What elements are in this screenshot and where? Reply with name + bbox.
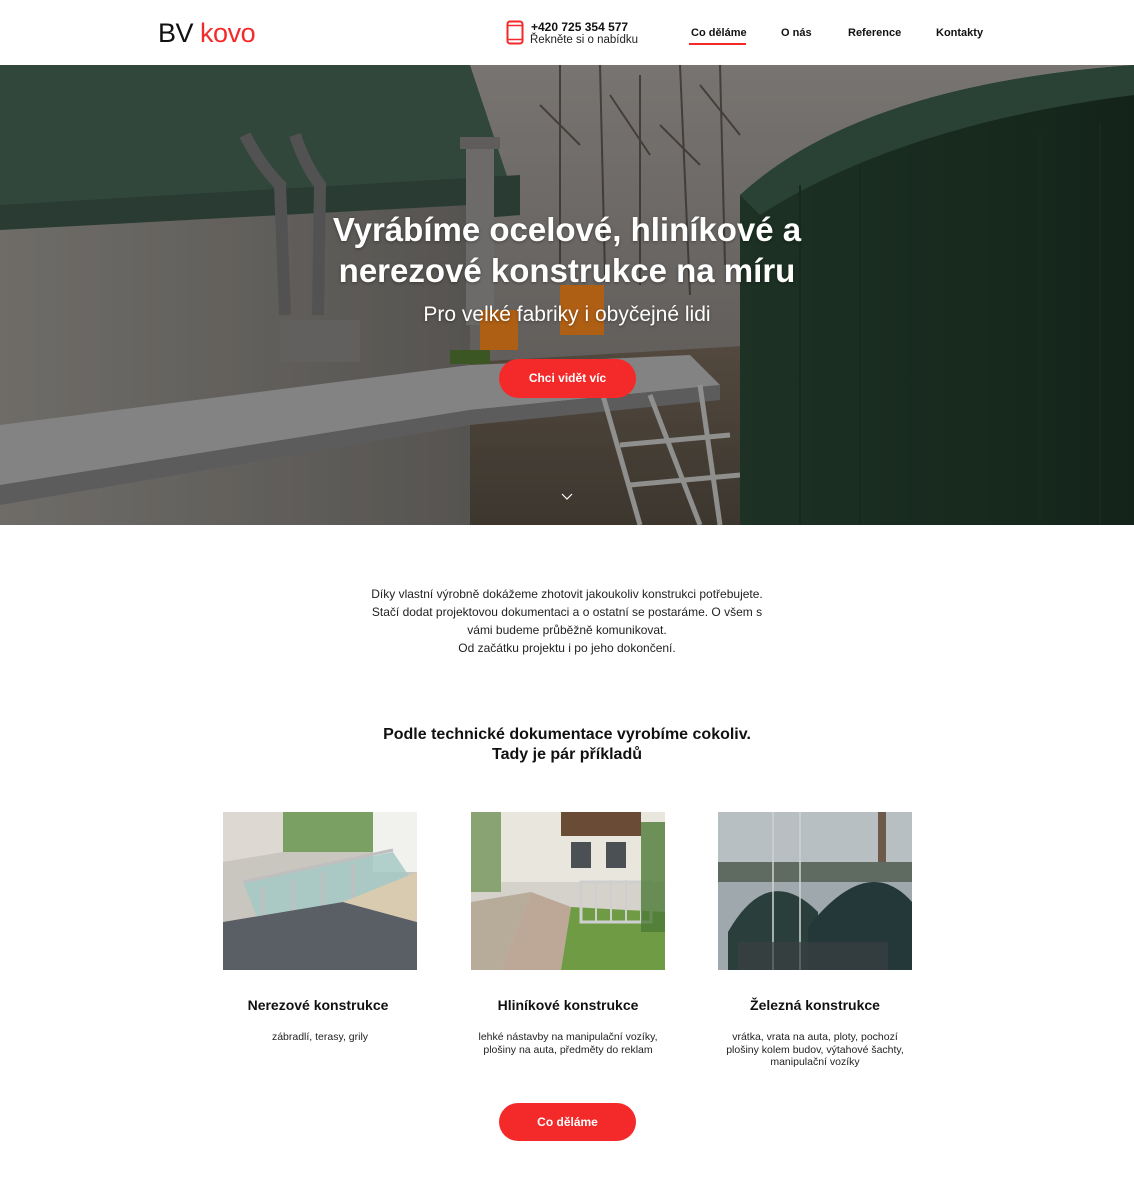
- phone-number[interactable]: +420 725 354 577: [531, 20, 628, 34]
- card-desc-line: lehké nástavby na manipulační vozíky,: [478, 1031, 658, 1043]
- card-title-zelezna: Železná konstrukce: [750, 997, 880, 1013]
- hero-title: Vyrábíme ocelové, hliníkové a nerezové k…: [0, 209, 1134, 291]
- site-header: BV kovo +420 725 354 577 Řekněte si o na…: [0, 0, 1134, 65]
- phone-icon: [506, 20, 524, 45]
- intro-text: Díky vlastní výrobně dokážeme zhotovit j…: [0, 585, 1134, 657]
- card-desc-zelezna: vrátka, vrata na auta, ploty, pochozí pl…: [715, 1031, 915, 1069]
- nav-item-reference[interactable]: Reference: [848, 26, 901, 40]
- card-desc-line: vrátka, vrata na auta, ploty, pochozí: [732, 1031, 898, 1043]
- card-desc-nerezove: zábradlí, terasy, grily: [220, 1031, 420, 1044]
- aluminium-fence-photo: [471, 812, 665, 970]
- examples-title: Podle technické dokumentace vyrobíme cok…: [0, 725, 1134, 765]
- examples-title-line-1: Podle technické dokumentace vyrobíme cok…: [383, 726, 751, 743]
- nav-active-indicator: [689, 43, 746, 45]
- co-delame-button[interactable]: Co děláme: [499, 1103, 636, 1141]
- hero-title-line-1: Vyrábíme ocelové, hliníkové a: [332, 211, 802, 248]
- intro-line: vámi budeme průběžně komunikovat.: [467, 623, 667, 637]
- logo-kovo: kovo: [200, 18, 256, 48]
- card-image-hlinikove[interactable]: [471, 812, 665, 970]
- examples-title-line-2: Tady je pár příkladů: [492, 746, 642, 763]
- nav-item-co-delame[interactable]: Co děláme: [691, 26, 747, 40]
- card-desc-hlinikove: lehké nástavby na manipulační vozíky, pl…: [468, 1031, 668, 1056]
- chevron-down-icon[interactable]: [561, 491, 573, 501]
- logo[interactable]: BV kovo: [158, 17, 256, 49]
- intro-line: Stačí dodat projektovou dokumentaci a o …: [371, 605, 763, 619]
- nav-item-kontakty[interactable]: Kontakty: [936, 26, 983, 40]
- hero-title-line-2: nerezové konstrukce na míru: [338, 252, 796, 289]
- hero-background-image: [0, 65, 1134, 525]
- iron-structure-photo: [718, 812, 912, 970]
- intro-line: Od začátku projektu i po jeho dokončení.: [458, 641, 676, 655]
- stainless-railing-photo: [223, 812, 417, 970]
- logo-bv: BV: [158, 18, 194, 48]
- card-image-zelezna[interactable]: [718, 812, 912, 970]
- phone-cta: Řekněte si o nabídku: [530, 34, 639, 46]
- hero-section: Vyrábíme ocelové, hliníkové a nerezové k…: [0, 65, 1134, 525]
- hero-cta-button[interactable]: Chci vidět víc: [499, 359, 636, 398]
- card-desc-line: plošiny kolem budov, výtahové šachty,: [726, 1043, 904, 1056]
- card-desc-line: plošiny na auta, předměty do reklam: [483, 1043, 653, 1056]
- card-image-nerezove[interactable]: [223, 812, 417, 970]
- card-title-nerezove: Nerezové konstrukce: [247, 997, 389, 1013]
- intro-line: Díky vlastní výrobně dokážeme zhotovit j…: [371, 587, 763, 601]
- nav-item-o-nas[interactable]: O nás: [781, 26, 812, 40]
- card-desc-line: manipulační vozíky: [770, 1056, 860, 1068]
- card-desc-line: zábradlí, terasy, grily: [271, 1031, 369, 1043]
- hero-subtitle: Pro velké fabriky i obyčejné lidi: [423, 303, 711, 326]
- card-title-hlinikove: Hliníkové konstrukce: [497, 997, 639, 1013]
